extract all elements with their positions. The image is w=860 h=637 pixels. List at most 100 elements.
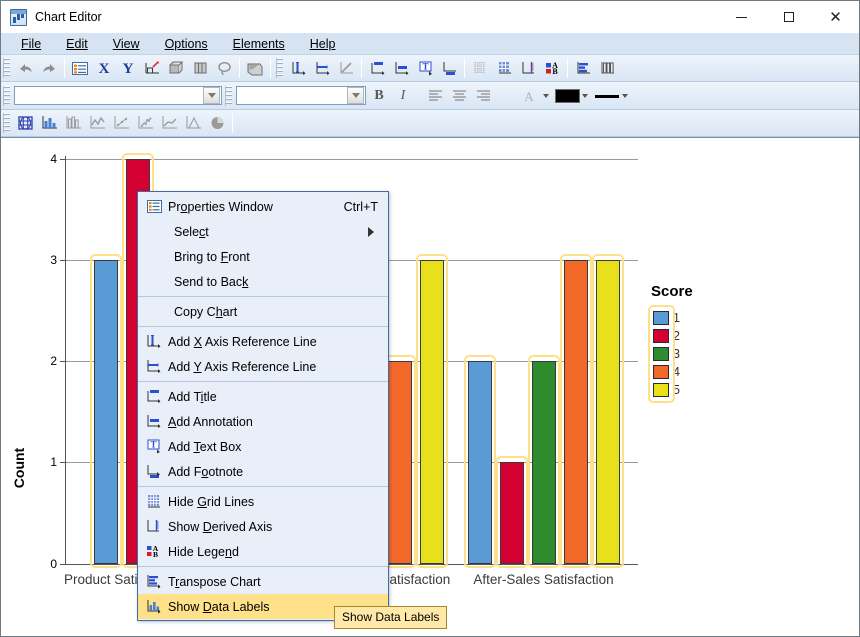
y-axis-line[interactable]	[65, 156, 66, 564]
grid-line	[65, 159, 638, 160]
explode-slice-button[interactable]	[164, 57, 188, 79]
context-menu-item-hide-legend[interactable]: A B Hide Legend	[138, 539, 388, 564]
redo-button[interactable]	[37, 57, 61, 79]
scatter-chart-button[interactable]	[109, 112, 133, 134]
close-button[interactable]: ✕	[812, 1, 859, 33]
title-bar: Chart Editor ✕	[1, 1, 859, 33]
undo-button[interactable]	[13, 57, 37, 79]
align-left-button[interactable]	[423, 85, 447, 106]
bar-style-button[interactable]	[595, 57, 619, 79]
add-footnote-button[interactable]	[437, 57, 461, 79]
chevron-down-icon[interactable]	[543, 93, 549, 98]
context-menu-item-show-derived-axis[interactable]: Show Derived Axis	[138, 514, 388, 539]
y-axis-button[interactable]: Y	[116, 57, 140, 79]
context-menu-item-hide-grid-lines[interactable]: Hide Grid Lines	[138, 489, 388, 514]
context-menu-label: Hide Grid Lines	[168, 494, 255, 509]
add-x-axis-reference-line-button[interactable]	[286, 57, 310, 79]
y-axis-icon: Y	[123, 61, 134, 76]
menu-options[interactable]: Options	[153, 35, 221, 53]
properties-window-icon	[144, 198, 164, 216]
text-color-button[interactable]: A	[517, 85, 541, 106]
toolbar-grip[interactable]	[3, 58, 10, 78]
chart-context-menu[interactable]: Properties Window Ctrl+T Select Bring to…	[137, 191, 389, 621]
bar-g3-s3[interactable]	[532, 361, 556, 564]
chart-legend[interactable]: Score 1 2 3 4 5	[648, 283, 693, 403]
toolbar-grip[interactable]	[3, 85, 10, 106]
add-fit-line-button[interactable]	[334, 57, 358, 79]
show-data-labels-button[interactable]	[243, 57, 267, 79]
context-menu-item-add-footnote[interactable]: Add Footnote	[138, 459, 388, 484]
clustered-bar-button[interactable]	[61, 112, 85, 134]
bar-g3-s4[interactable]	[564, 260, 588, 564]
toolbar-grip[interactable]	[225, 85, 232, 106]
bar-g3-s1[interactable]	[468, 361, 492, 564]
context-menu-item-properties-window[interactable]: Properties Window Ctrl+T	[138, 194, 388, 219]
context-menu-item-copy-chart[interactable]: Copy Chart	[138, 299, 388, 324]
show-grid-lines-button[interactable]	[492, 57, 516, 79]
transpose-chart-button[interactable]	[571, 57, 595, 79]
histogram-button[interactable]	[181, 112, 205, 134]
grid-chart-button[interactable]	[13, 112, 37, 134]
add-y-axis-reference-line-button[interactable]	[310, 57, 334, 79]
chevron-down-icon[interactable]	[582, 93, 588, 98]
context-menu-item-select[interactable]: Select	[138, 219, 388, 244]
font-size-select[interactable]	[236, 86, 366, 105]
lasso-select-button[interactable]	[212, 57, 236, 79]
maximize-button[interactable]	[765, 1, 812, 33]
context-menu-item-send-to-back[interactable]: Send to Back	[138, 269, 388, 294]
toolbar-separator	[361, 58, 362, 78]
align-right-button[interactable]	[471, 85, 495, 106]
context-menu-item-transpose-chart[interactable]: Transpose Chart	[138, 569, 388, 594]
chart-canvas[interactable]: Count 4 3 2 1 0 Product Satisfaction Ser…	[1, 137, 859, 636]
bar-chart-button[interactable]	[37, 112, 61, 134]
align-center-button[interactable]	[447, 85, 471, 106]
context-menu-item-add-y-axis-reference-line[interactable]: Add Y Axis Reference Line	[138, 354, 388, 379]
toolbar-grip[interactable]	[3, 113, 10, 133]
menu-view[interactable]: View	[101, 35, 153, 53]
context-menu-item-add-title[interactable]: Add Title	[138, 384, 388, 409]
grid-chart-icon	[17, 116, 33, 130]
hide-legend-button[interactable]: A B	[540, 57, 564, 79]
align-center-icon	[452, 90, 466, 101]
add-text-box-button[interactable]: T	[413, 57, 437, 79]
fill-color-button[interactable]	[555, 88, 580, 103]
chevron-down-icon[interactable]	[347, 87, 364, 104]
minimize-icon	[736, 16, 747, 18]
show-derived-axis-icon	[522, 62, 534, 74]
pie-chart-button[interactable]	[205, 112, 229, 134]
area-chart-button[interactable]	[85, 112, 109, 134]
bold-button[interactable]: B	[367, 85, 391, 106]
menu-elements[interactable]: Elements	[221, 35, 298, 53]
toolbar-grip[interactable]	[276, 58, 283, 78]
context-menu-item-add-x-axis-reference-line[interactable]: Add X Axis Reference Line	[138, 329, 388, 354]
bar-g1-s1[interactable]	[94, 260, 118, 564]
menu-file[interactable]: File	[9, 35, 54, 53]
add-annotation-button[interactable]	[389, 57, 413, 79]
x-axis-button[interactable]: X	[92, 57, 116, 79]
bar-g3-s5[interactable]	[596, 260, 620, 564]
context-menu-item-bring-to-front[interactable]: Bring to Front	[138, 244, 388, 269]
font-family-select[interactable]	[14, 86, 222, 105]
line-chart-button[interactable]	[157, 112, 181, 134]
context-menu-item-add-annotation[interactable]: Add Annotation	[138, 409, 388, 434]
hide-grid-lines-button[interactable]	[468, 57, 492, 79]
italic-button[interactable]: I	[391, 85, 415, 106]
menu-help[interactable]: Help	[298, 35, 349, 53]
bar-g2-s5[interactable]	[420, 260, 444, 564]
chevron-down-icon[interactable]	[203, 87, 220, 104]
bar-g2-s4[interactable]	[388, 361, 412, 564]
select-point-button[interactable]	[140, 57, 164, 79]
bar-g3-s2[interactable]	[500, 462, 524, 564]
y-axis-title[interactable]: Count	[11, 448, 27, 488]
properties-window-button[interactable]	[68, 57, 92, 79]
menu-edit[interactable]: Edit	[54, 35, 101, 53]
add-title-button[interactable]	[365, 57, 389, 79]
line-style-button[interactable]	[594, 89, 620, 103]
bin-element-button[interactable]	[188, 57, 212, 79]
context-menu-item-add-text-box[interactable]: T Add Text Box	[138, 434, 388, 459]
scatter-dense-button[interactable]	[133, 112, 157, 134]
minimize-button[interactable]	[718, 1, 765, 33]
show-derived-axis-button[interactable]	[516, 57, 540, 79]
add-text-box-icon: T	[144, 438, 164, 456]
